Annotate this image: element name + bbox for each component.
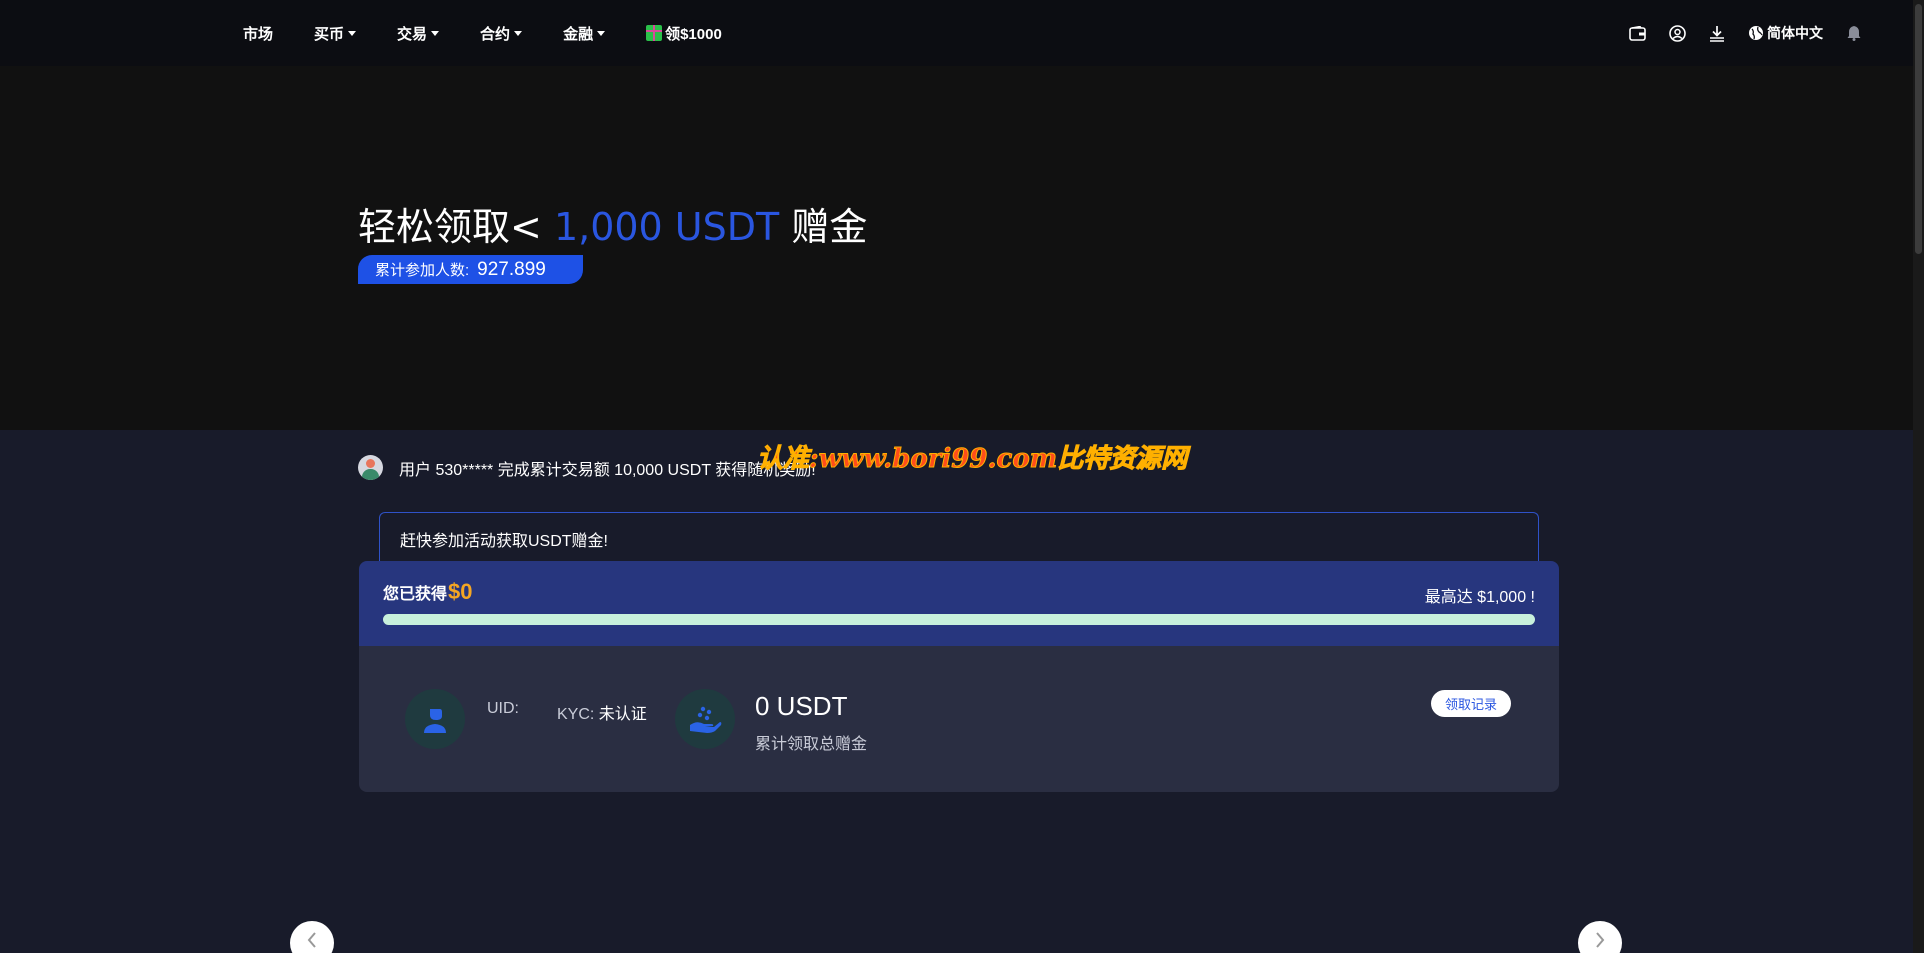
- participants-count: 927.899: [477, 258, 546, 280]
- participants-label: 累计参加人数:: [375, 262, 470, 279]
- max-reward: 最高达 $1,000 !: [1424, 589, 1535, 606]
- page-scrollbar[interactable]: [1913, 0, 1924, 953]
- hero-title-prefix: 轻松领取<: [358, 205, 542, 249]
- nav-item-finance[interactable]: 金融: [563, 23, 606, 44]
- promo-label: 领$1000: [665, 25, 722, 43]
- person-icon: [424, 709, 446, 733]
- claim-records-button[interactable]: 领取记录: [1431, 690, 1511, 717]
- nav-item-label: 交易: [397, 25, 428, 43]
- language-selector[interactable]: 简体中文: [1748, 23, 1823, 43]
- chevron-left-icon: [307, 932, 316, 948]
- nav-actions: 简体中文: [1628, 0, 1863, 66]
- user-avatar: [405, 689, 465, 749]
- notice-text: 赶快参加活动获取USDT赠金!: [400, 533, 609, 550]
- kyc-field: KYC: 未认证: [557, 700, 647, 724]
- hero-title-amount: 1,000 USDT: [553, 205, 780, 249]
- gift-icon: [646, 25, 663, 41]
- user-icon[interactable]: [1668, 24, 1686, 42]
- caret-down-icon: [348, 30, 357, 36]
- activity-ticker: 用户 530***** 完成累计交易额 10,000 USDT 获得随机奖励!: [358, 455, 816, 480]
- nav-item-buy[interactable]: 买币: [314, 23, 357, 44]
- top-nav: 市场 买币 交易 合约 金融 领$1000 简体中文: [0, 0, 1913, 66]
- nav-item-market[interactable]: 市场: [243, 23, 273, 44]
- nav-item-trade[interactable]: 交易: [397, 23, 440, 44]
- uid-label: UID:: [487, 700, 519, 717]
- total-bonus-label: 累计领取总赠金: [755, 736, 868, 753]
- caret-down-icon: [431, 30, 440, 36]
- hero-title-suffix: 赠金: [791, 205, 868, 249]
- chevron-right-icon: [1596, 932, 1605, 948]
- bell-icon[interactable]: [1845, 24, 1863, 42]
- progress-bar: [383, 614, 1535, 625]
- kyc-status: 未认证: [598, 706, 647, 723]
- nav-item-label: 金融: [563, 25, 594, 43]
- user-avatar-icon: [358, 455, 383, 480]
- progress-card: 您已获得 $0 最高达 $1,000 !: [359, 561, 1559, 646]
- nav-item-promo[interactable]: 领$1000: [646, 23, 722, 44]
- total-bonus-amount: 0 USDT: [755, 691, 848, 721]
- kyc-label: KYC:: [557, 706, 595, 723]
- earned-label: 您已获得: [383, 586, 448, 603]
- bonus-hand-icon: [675, 689, 735, 749]
- hero-title: 轻松领取< 1,000 USDT 赠金: [358, 196, 867, 251]
- account-info-card: UID: KYC: 未认证 0 USDT 累计领取总赠金 领取记录: [359, 646, 1559, 792]
- hero-banner: 轻松领取< 1,000 USDT 赠金 累计参加人数: 927.899: [0, 66, 1913, 430]
- nav-item-contract[interactable]: 合约: [480, 23, 523, 44]
- nav-item-label: 买币: [314, 25, 345, 43]
- download-icon[interactable]: [1708, 24, 1726, 42]
- nav-menu: 市场 买币 交易 合约 金融 领$1000: [243, 23, 763, 44]
- watermark: 认准:www.bori99.com比特资源网: [756, 444, 1188, 475]
- earned-value: $0: [448, 579, 473, 604]
- carousel-prev-button[interactable]: [290, 921, 334, 953]
- wallet-icon[interactable]: [1628, 24, 1646, 42]
- earned-summary: 您已获得 $0: [383, 579, 1535, 605]
- ticker-message: 用户 530***** 完成累计交易额 10,000 USDT 获得随机奖励!: [399, 461, 816, 479]
- caret-down-icon: [597, 30, 606, 36]
- participants-badge: 累计参加人数: 927.899: [358, 255, 583, 284]
- nav-item-label: 合约: [480, 25, 511, 43]
- nav-item-label: 市场: [243, 25, 274, 43]
- language-label: 简体中文: [1767, 25, 1823, 41]
- notice-banner: 赶快参加活动获取USDT赠金!: [379, 512, 1539, 562]
- caret-down-icon: [514, 30, 523, 36]
- scrollbar-thumb[interactable]: [1915, 4, 1922, 254]
- carousel-next-button[interactable]: [1578, 921, 1622, 953]
- globe-icon: [1749, 26, 1763, 40]
- uid-field: UID:: [487, 700, 519, 718]
